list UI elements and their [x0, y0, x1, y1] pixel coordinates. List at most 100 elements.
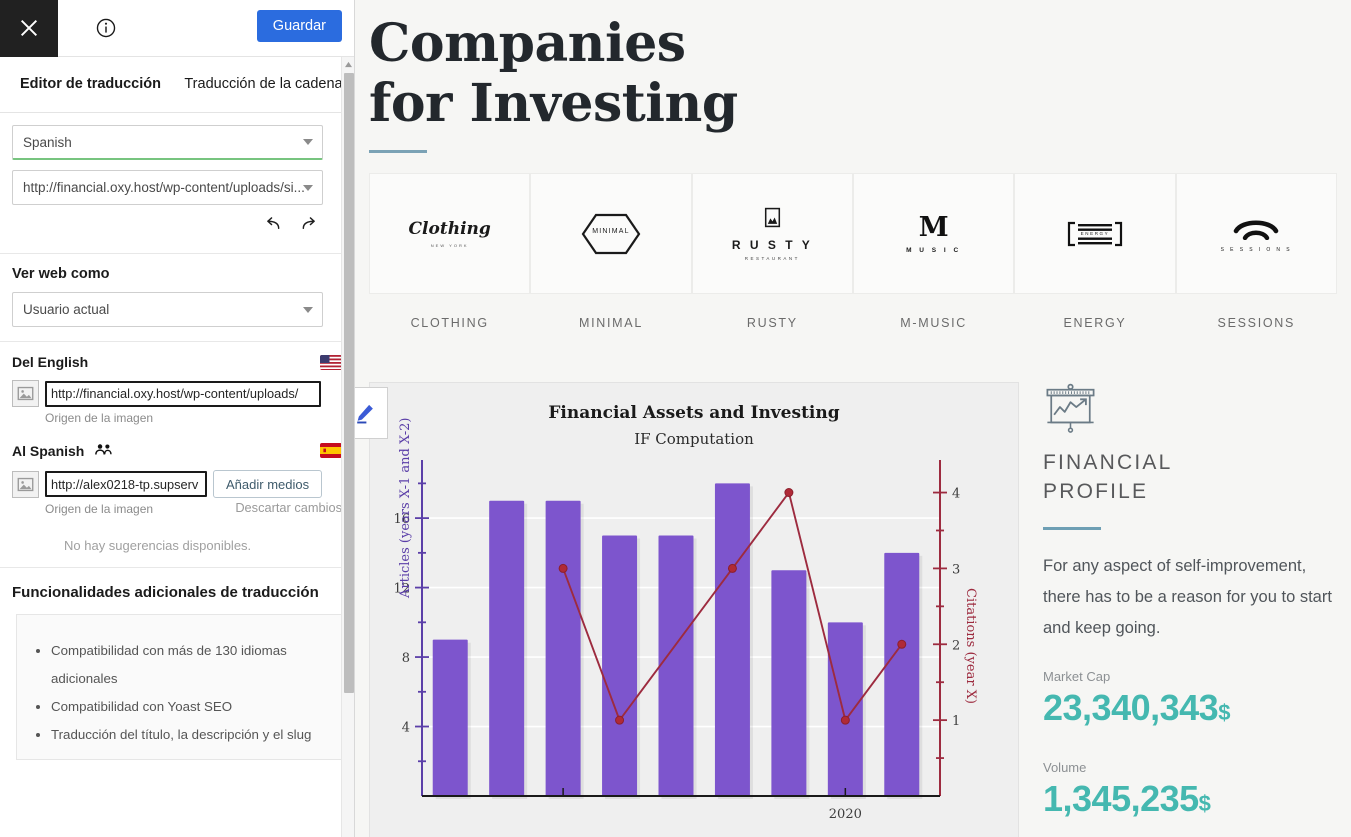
- logo-box: MINIMAL: [530, 173, 692, 294]
- wifi-glyph: [1233, 220, 1279, 241]
- client-logo-grid: Clothing NEW YORK CLOTHING MINIMAL MINIM…: [369, 173, 1337, 330]
- stat-value: 23,340,343: [1043, 687, 1219, 728]
- svg-text:8: 8: [402, 651, 410, 666]
- chevron-down-icon: [303, 139, 313, 145]
- logo-cell-clothing[interactable]: Clothing NEW YORK CLOTHING: [369, 173, 531, 330]
- logo-box: ENERGY: [1014, 173, 1176, 294]
- profile-underline: [1043, 527, 1101, 530]
- stat-value-row: 1,345,235$: [1043, 777, 1337, 826]
- page-title: Companies for Investing: [369, 14, 1351, 134]
- logo-mark-text: ENERGY: [1080, 230, 1110, 236]
- logo-caption: ENERGY: [1063, 316, 1127, 330]
- logo-box: S E S S I O N S: [1175, 173, 1337, 294]
- pencil-glyph: [356, 404, 373, 424]
- selectors-section: Spanish http://financial.oxy.host/wp-con…: [0, 113, 354, 254]
- stat-value-row: 23,340,343$: [1043, 686, 1337, 735]
- image-placeholder-icon: [12, 470, 39, 498]
- logo-box: M M U S I C: [852, 173, 1015, 294]
- close-icon[interactable]: [0, 0, 58, 57]
- list-item: Compatibilidad con más de 130 idiomas ad…: [51, 637, 327, 693]
- translation-fields-section: Del English http://financial.oxy.host/wp…: [0, 342, 354, 568]
- stat-value: 1,345,235: [1043, 778, 1199, 819]
- scroll-up-glyph: [345, 61, 352, 67]
- pencil-edit-icon[interactable]: [355, 387, 388, 439]
- logo-cell-energy[interactable]: ENERGY ENERGY: [1014, 173, 1176, 330]
- logo-mark-text: M: [918, 211, 949, 243]
- url-select-value: http://financial.oxy.host/wp-content/upl…: [23, 180, 305, 195]
- screen-root: Guardar Editor de traducción Traducción …: [0, 0, 1351, 837]
- stat-market-cap: Market Cap 23,340,343$: [1043, 669, 1337, 735]
- history-controls: [12, 205, 342, 239]
- logo-cell-m-music[interactable]: M M U S I C M-MUSIC: [852, 173, 1015, 330]
- hero-section: Companies for Investing: [355, 0, 1351, 153]
- target-image-url-input[interactable]: [45, 471, 207, 497]
- panel-scrollbar[interactable]: [341, 57, 354, 837]
- redo-arrow-icon[interactable]: [300, 215, 320, 235]
- lower-section: Financial Assets and Investing IF Comput…: [355, 382, 1351, 837]
- features-section: Funcionalidades adicionales de traducció…: [0, 568, 354, 760]
- panel-topbar: Guardar: [0, 0, 354, 57]
- view-as-value: Usuario actual: [23, 302, 110, 317]
- scroll-up-arrow-icon[interactable]: [342, 57, 354, 71]
- logo-caption: CLOTHING: [410, 316, 489, 330]
- logo-caption: SESSIONS: [1217, 316, 1296, 330]
- source-field-row: [12, 380, 342, 407]
- logo-sub-text: M U S I C: [906, 246, 962, 254]
- logo-cell-rusty[interactable]: R U S T Y RESTAURANT RUSTY: [691, 173, 853, 330]
- logo-sub-text: S E S S I O N S: [1220, 247, 1292, 253]
- financial-profile-panel: FINANCIAL PROFILE For any aspect of self…: [1019, 382, 1351, 837]
- logo-caption: RUSTY: [746, 316, 798, 330]
- logo-mark-text: Clothing: [408, 219, 491, 239]
- logo-box: R U S T Y RESTAURANT: [691, 173, 853, 294]
- info-icon[interactable]: [95, 17, 117, 39]
- features-box: Compatibilidad con más de 130 idiomas ad…: [16, 614, 342, 760]
- target-field-row: Añadir medios: [12, 470, 342, 498]
- chart-title: Financial Assets and Investing: [548, 403, 840, 423]
- title-underline: [369, 150, 427, 153]
- image-placeholder-icon: [12, 380, 39, 407]
- page-title-line2: for Investing: [369, 73, 738, 134]
- discard-changes-link[interactable]: Descartar cambios: [235, 500, 342, 515]
- info-glyph: [96, 18, 116, 38]
- tab-string-translation[interactable]: Traducción de la cadena: [177, 76, 350, 93]
- people-icon[interactable]: [94, 441, 113, 460]
- chart-figure: Financial Assets and Investing IF Comput…: [355, 382, 1019, 837]
- language-select-value: Spanish: [23, 134, 72, 150]
- logo-mark-text: R U S T Y: [731, 237, 813, 252]
- close-glyph: [20, 19, 38, 37]
- source-caption: Origen de la imagen: [45, 411, 154, 425]
- undo-arrow-icon[interactable]: [262, 215, 282, 235]
- save-button[interactable]: Guardar: [256, 10, 342, 42]
- view-as-label: Ver web como: [12, 266, 110, 282]
- no-suggestions-text: No hay sugerencias disponibles.: [64, 538, 252, 553]
- language-select[interactable]: Spanish: [12, 125, 323, 160]
- scrollbar-thumb[interactable]: [344, 73, 354, 693]
- logo-cell-minimal[interactable]: MINIMAL MINIMAL: [530, 173, 692, 330]
- svg-text:4: 4: [402, 721, 410, 736]
- chart-svg: 48121612342020: [393, 460, 960, 822]
- minimal-logo-icon: MINIMAL: [581, 213, 641, 255]
- stat-label: Market Cap: [1043, 669, 1111, 684]
- presentation-chart-glyph: [1046, 383, 1095, 433]
- add-media-button[interactable]: Añadir medios: [213, 470, 323, 498]
- stat-currency: $: [1198, 791, 1211, 816]
- tab-translation-editor[interactable]: Editor de traducción: [4, 76, 177, 93]
- url-select[interactable]: http://financial.oxy.host/wp-content/upl…: [12, 170, 323, 205]
- chart-subtitle: IF Computation: [634, 430, 754, 448]
- source-language-heading: Del English: [12, 354, 89, 370]
- svg-text:3: 3: [952, 562, 960, 577]
- logo-sub-text: NEW YORK: [430, 243, 469, 248]
- svg-text:2: 2: [952, 638, 960, 653]
- source-image-url-input[interactable]: [45, 380, 321, 407]
- list-item: Traducción del título, la descripción y …: [51, 721, 327, 749]
- glass-glyph: [764, 207, 780, 227]
- target-meta-row: Origen de la imagen Descartar cambios: [12, 498, 342, 517]
- view-as-select[interactable]: Usuario actual: [12, 292, 323, 327]
- chevron-down-icon: [303, 184, 313, 191]
- site-preview: Companies for Investing Clothing NEW YOR…: [355, 0, 1351, 837]
- translation-editor-panel: Guardar Editor de traducción Traducción …: [0, 0, 355, 837]
- target-caption: Origen de la imagen: [45, 502, 154, 516]
- people-glyph: [95, 444, 113, 455]
- logo-cell-sessions[interactable]: S E S S I O N S SESSIONS: [1175, 173, 1337, 330]
- us-flag-glyph: [320, 354, 342, 370]
